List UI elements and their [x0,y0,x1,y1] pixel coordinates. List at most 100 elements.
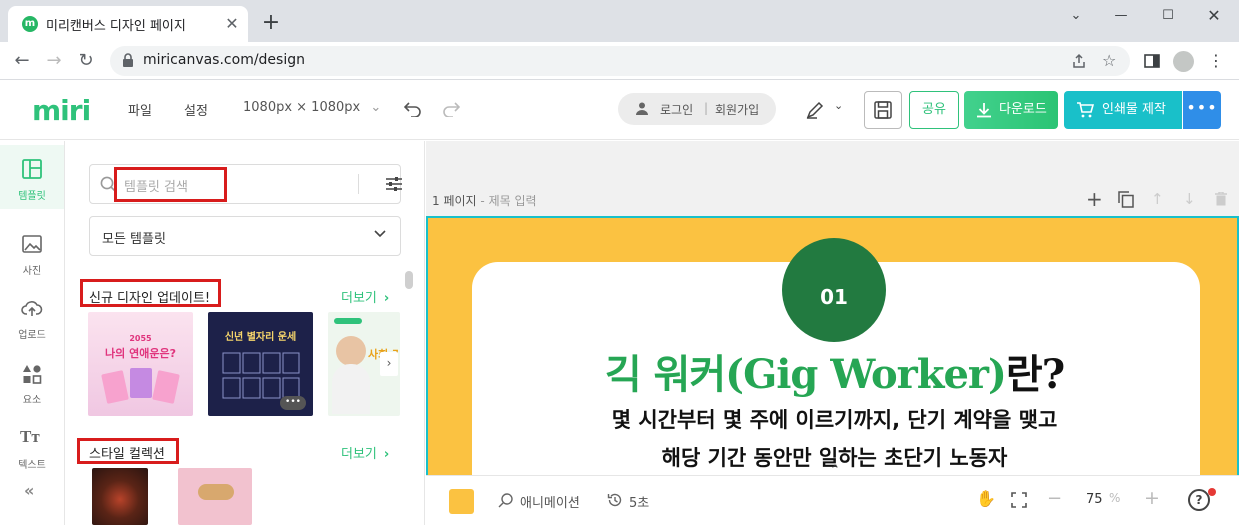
chevron-down-icon: ⌄ [370,100,382,115]
hand-tool-icon[interactable]: ✋ [976,489,996,508]
pen-icon[interactable] [806,101,824,119]
forward-arrow-icon[interactable]: → [40,47,68,75]
redo-icon[interactable] [442,101,460,117]
size-selector[interactable]: 1080px × 1080px ⌄ [243,100,381,115]
headline[interactable]: 긱 워커(Gig Worker)란? [428,342,1237,400]
photo-icon [22,235,42,253]
collapse-panel-icon[interactable]: « [24,481,34,500]
template-thumb[interactable]: 신년 별자리 운세 ••• [208,312,313,416]
bookmark-star-icon[interactable]: ☆ [1102,51,1116,70]
delete-page-icon[interactable] [1215,192,1227,206]
thumb-title: 신년 별자리 운세 [224,332,297,343]
zoom-out-icon[interactable]: − [1047,488,1062,509]
minimize-icon[interactable]: — [1101,4,1141,28]
thumb-face [336,336,366,366]
template-icon [22,159,42,179]
tab-search-chevron-icon[interactable]: ⌄ [1056,4,1096,28]
browser-tab-bar: m 미리캔버스 디자인 페이지 ✕ + ⌄ — ☐ ✕ [0,0,1239,42]
more-link-style[interactable]: 더보기 › [341,443,389,462]
new-tab-button[interactable]: + [258,10,284,36]
download-button[interactable]: 다운로드 [964,91,1058,129]
add-page-icon[interactable]: + [1086,189,1103,209]
file-menu[interactable]: 파일 [128,100,152,119]
more-label: 더보기 [341,447,377,462]
save-icon [874,101,892,119]
page-title-input[interactable]: 제목 입력 [489,194,537,208]
help-icon[interactable]: ? [1188,489,1210,511]
template-panel: 템플릿 검색 모든 템플릿 신규 디자인 업데이트! 더보기 › 2055 나의 … [65,141,425,525]
pen-chevron-icon[interactable]: ⌄ [834,99,843,112]
highlight-box [114,167,227,202]
browser-tab[interactable]: m 미리캔버스 디자인 페이지 ✕ [8,6,248,42]
filter-icon[interactable] [385,175,403,193]
rail-item-upload[interactable]: 업로드 [0,291,64,355]
print-order-button[interactable]: 인쇄물 제작 [1064,91,1182,129]
thumb-more-icon[interactable]: ••• [280,396,306,410]
rail-item-photo[interactable]: 사진 [0,227,64,291]
tab-title: 미리캔버스 디자인 페이지 [46,19,186,34]
browser-menu-icon[interactable]: ⋮ [1208,51,1224,71]
rail-label: 사진 [22,266,42,277]
login-pill: 로그인 | 회원가입 [618,93,776,125]
share-button[interactable]: 공유 [909,91,959,129]
template-thumb[interactable] [178,468,252,525]
panel-scrollbar[interactable] [405,271,413,289]
window-close-icon[interactable]: ✕ [1194,4,1234,28]
favicon-icon: m [22,16,38,32]
fullscreen-icon[interactable] [1011,492,1027,508]
rail-label: 업로드 [18,330,46,341]
duration-button[interactable]: 5초 [629,492,649,511]
rail-item-text[interactable]: Tт 텍스트 [0,421,64,485]
profile-avatar-icon[interactable] [1173,51,1194,72]
tarot-card [101,370,129,404]
design-canvas[interactable]: 01 긱 워커(Gig Worker)란? 몇 시간부터 몇 주에 이르기까지,… [426,216,1239,475]
rail-label: 요소 [22,395,42,406]
zodiac-grid [222,352,300,399]
template-thumb[interactable] [92,468,148,525]
body-line-1[interactable]: 몇 시간부터 몇 주에 이르기까지, 단기 계약을 맺고 [428,404,1237,434]
user-icon [636,102,648,115]
side-panel-icon[interactable] [1144,54,1160,68]
thumb-year: 2055 [129,334,152,343]
bottom-bar: 애니메이션 5초 ✋ − 75 % + ? [426,475,1239,525]
more-label: 더보기 [341,291,377,306]
back-arrow-icon[interactable]: ← [8,47,36,75]
move-down-icon[interactable]: ↓ [1183,190,1196,208]
tarot-card [152,370,180,404]
rail-item-template[interactable]: 템플릿 [0,145,64,209]
template-thumb[interactable]: 2055 나의 연애운은? [88,312,193,416]
lock-icon [123,53,133,67]
animation-button[interactable]: 애니메이션 [520,492,580,511]
miri-logo[interactable]: miri [32,94,91,127]
category-select[interactable]: 모든 템플릿 [89,216,401,256]
share-page-icon[interactable] [1071,53,1087,69]
maximize-icon[interactable]: ☐ [1148,4,1188,28]
download-label: 다운로드 [999,102,1047,117]
more-options-button[interactable]: ••• [1183,91,1221,129]
zoom-value[interactable]: 75 [1086,492,1103,507]
chevron-up-icon[interactable]: ⌃ [818,464,852,475]
duplicate-page-icon[interactable] [1118,191,1134,208]
download-icon [977,103,991,118]
save-button[interactable] [864,91,902,129]
rail-label: 텍스트 [18,460,46,471]
thumb-body [332,364,370,414]
number-badge: 01 [782,238,886,342]
reload-icon[interactable]: ↻ [72,47,100,75]
signup-link[interactable]: 회원가입 [715,101,759,118]
address-bar[interactable]: miricanvas.com/design ☆ [110,46,1130,76]
undo-icon[interactable] [404,101,422,117]
zoom-unit: % [1109,491,1121,505]
zoom-in-icon[interactable]: + [1144,487,1160,509]
template-thumb[interactable]: 사회 가이 › [328,312,400,416]
thumb-food [198,484,234,500]
rail-item-elements[interactable]: 요소 [0,356,64,420]
chevron-right-icon: › [383,447,390,462]
background-color-swatch[interactable] [449,489,474,514]
tab-close-icon[interactable]: ✕ [222,14,242,34]
carousel-next-icon[interactable]: › [380,352,398,376]
settings-menu[interactable]: 설정 [184,100,208,119]
move-up-icon[interactable]: ↑ [1151,190,1164,208]
more-link-new[interactable]: 더보기 › [341,287,389,306]
login-link[interactable]: 로그인 [660,101,693,118]
